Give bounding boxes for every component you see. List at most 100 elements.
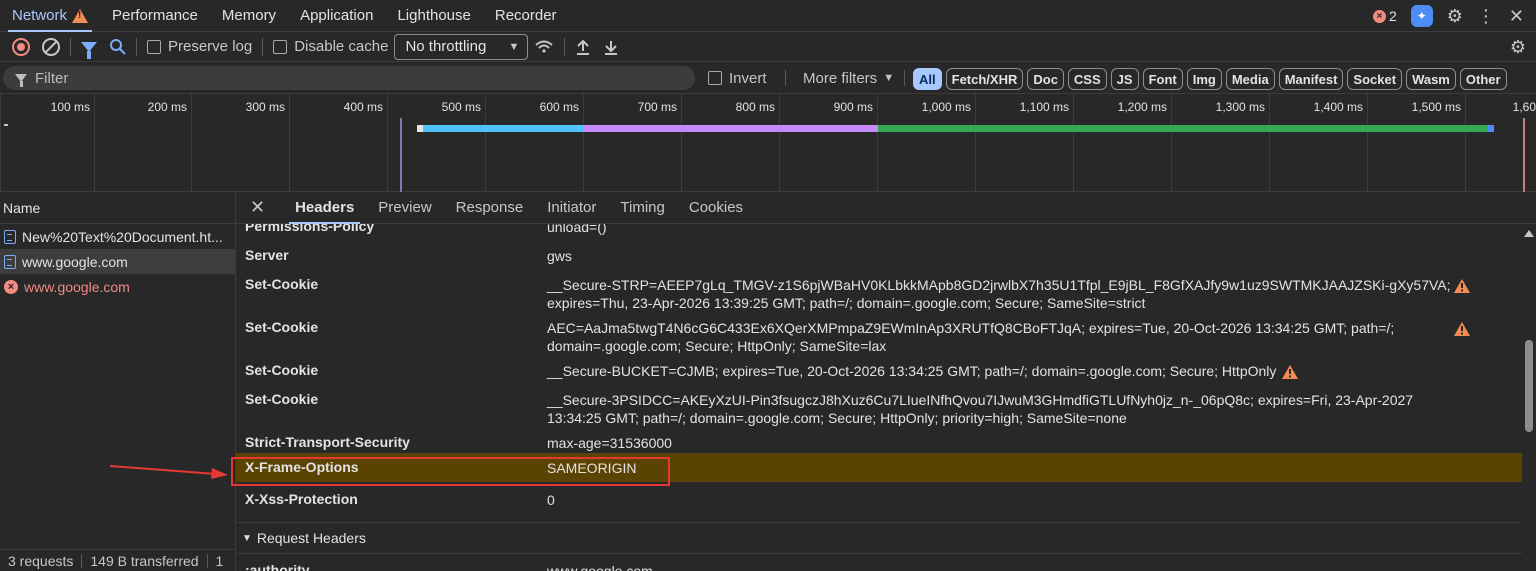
vertical-scrollbar[interactable] (1522, 224, 1536, 571)
network-conditions-icon (535, 40, 554, 53)
header-value: AEC=AaJma5twgT4N6cG6C433Ex6XQerXMPmpaZ9E… (547, 320, 1395, 354)
scroll-up-icon[interactable] (1524, 230, 1534, 237)
preserve-log-checkbox[interactable]: Preserve log (141, 32, 258, 62)
timeline-tick-label: 1,100 ms (1019, 100, 1069, 114)
throttling-select[interactable]: No throttling ▼ (394, 33, 529, 60)
clear-button[interactable] (36, 32, 66, 62)
tab-memory[interactable]: Memory (210, 0, 288, 32)
chip-fetch-xhr[interactable]: Fetch/XHR (945, 68, 1024, 90)
devtools-tabbar: Network Performance Memory Application L… (0, 0, 1536, 32)
tab-network[interactable]: Network (0, 0, 100, 32)
search-button[interactable] (103, 32, 132, 62)
timeline-tick (583, 94, 584, 192)
timeline-tick (1171, 94, 1172, 192)
warning-icon[interactable] (1281, 364, 1299, 383)
header-value: SAMEORIGIN (547, 460, 637, 476)
toolbar-divider (564, 37, 566, 56)
filter-input[interactable]: Filter (3, 66, 695, 90)
filter-bar: Filter Invert More filters ▼ All Fetch/X… (0, 62, 1536, 94)
kebab-menu-icon[interactable]: ⋮ (1477, 7, 1495, 25)
tab-lighthouse[interactable]: Lighthouse (385, 0, 482, 32)
request-row[interactable]: New%20Text%20Document.ht... (0, 224, 235, 249)
header-value: 0 (547, 492, 555, 508)
timeline-tick-label: 400 ms (343, 100, 383, 114)
export-har-button[interactable] (597, 32, 625, 62)
timeline-tick-label: 600 ms (539, 100, 579, 114)
tab-preview[interactable]: Preview (366, 192, 443, 224)
headers-content: Permissions-Policy unload=() Server gws … (236, 224, 1522, 571)
gear-icon[interactable]: ⚙ (1447, 7, 1463, 25)
close-icon[interactable]: ✕ (1509, 7, 1524, 25)
chip-css[interactable]: CSS (1067, 68, 1107, 90)
timeline-tick (877, 94, 878, 192)
timeline-tick-label: 300 ms (245, 100, 285, 114)
chip-doc[interactable]: Doc (1027, 68, 1064, 90)
network-conditions-button[interactable] (528, 32, 560, 62)
ai-assistant-icon[interactable]: ✦ (1410, 5, 1433, 27)
warning-icon (72, 8, 89, 23)
tab-initiator[interactable]: Initiator (535, 192, 608, 224)
scrollbar-thumb[interactable] (1525, 340, 1533, 432)
tab-cookies[interactable]: Cookies (677, 192, 755, 224)
header-value: gws (547, 248, 572, 264)
header-row: Server gws (236, 247, 1522, 267)
header-row: Set-Cookie __Secure-STRP=AEEP7gLq_TMGV-z… (236, 276, 1522, 316)
timeline-tick-label: 1,000 ms (921, 100, 971, 114)
error-icon: × (1372, 9, 1386, 23)
timeline-tick (1367, 94, 1368, 192)
tab-headers[interactable]: Headers (283, 192, 366, 224)
chip-other[interactable]: Other (1459, 68, 1507, 90)
tab-recorder[interactable]: Recorder (483, 0, 569, 32)
tab-performance[interactable]: Performance (100, 0, 210, 32)
record-button[interactable] (6, 32, 36, 62)
error-count-badge[interactable]: × 2 (1372, 8, 1397, 24)
request-row[interactable]: www.google.com (0, 249, 235, 274)
name-column-header[interactable]: Name (0, 192, 235, 224)
chip-wasm[interactable]: Wasm (1406, 68, 1456, 90)
header-name: X-Xss-Protection (245, 491, 358, 507)
timeline-tick-label: 100 ms (50, 100, 90, 114)
timeline-tick (191, 94, 192, 192)
header-row: X-Xss-Protection 0 (236, 491, 1522, 513)
request-list: Name New%20Text%20Document.ht... www.goo… (0, 192, 236, 571)
chip-js[interactable]: JS (1110, 68, 1139, 90)
header-value: __Secure-BUCKET=CJMB; expires=Tue, 20-Oc… (547, 363, 1277, 379)
export-icon (605, 40, 618, 55)
filter-toggle-button[interactable] (75, 32, 103, 62)
header-name: Strict-Transport-Security (245, 434, 410, 450)
tab-timing[interactable]: Timing (608, 192, 676, 224)
chevron-down-icon: ▼ (883, 72, 895, 84)
disable-cache-checkbox[interactable]: Disable cache (267, 32, 394, 62)
more-filters-dropdown[interactable]: More filters ▼ (803, 62, 894, 94)
network-toolbar: Preserve log Disable cache No throttling… (0, 32, 1536, 62)
caret-down-icon: ▼ (242, 532, 252, 544)
timeline-overview[interactable]: 100 ms 200 ms 300 ms 400 ms 500 ms 600 m… (0, 94, 1536, 192)
record-icon (12, 37, 30, 56)
request-headers-section[interactable]: ▼ Request Headers (236, 522, 1522, 554)
close-icon[interactable]: ✕ (250, 197, 265, 218)
tab-response[interactable]: Response (444, 192, 536, 224)
filter-divider (904, 70, 905, 86)
header-value: unload=() (547, 224, 607, 235)
timeline-tick (1073, 94, 1074, 192)
chip-media[interactable]: Media (1225, 68, 1275, 90)
request-row[interactable]: × www.google.com (0, 274, 235, 299)
tab-application[interactable]: Application (288, 0, 385, 32)
chip-all[interactable]: All (913, 68, 942, 90)
chip-font[interactable]: Font (1142, 68, 1183, 90)
invert-checkbox[interactable]: Invert (708, 62, 767, 94)
header-row: Set-Cookie __Secure-3PSIDCC=AKEyXzUI-Pin… (236, 391, 1522, 431)
chip-manifest[interactable]: Manifest (1278, 68, 1344, 90)
waterfall-download-segment (878, 125, 1488, 132)
chip-img[interactable]: Img (1186, 68, 1222, 90)
header-name: Set-Cookie (245, 276, 319, 292)
header-row: Permissions-Policy unload=() (236, 224, 1522, 238)
chip-socket[interactable]: Socket (1347, 68, 1403, 90)
header-name: Set-Cookie (245, 319, 319, 335)
import-har-button[interactable] (569, 32, 597, 62)
settings-icon[interactable]: ⚙ (1510, 38, 1526, 56)
warning-icon[interactable] (1453, 321, 1471, 340)
resource-type-chips: All Fetch/XHR Doc CSS JS Font Img Media … (913, 68, 1507, 90)
warning-icon[interactable] (1453, 278, 1471, 297)
header-row: Set-Cookie __Secure-BUCKET=CJMB; expires… (236, 362, 1522, 384)
